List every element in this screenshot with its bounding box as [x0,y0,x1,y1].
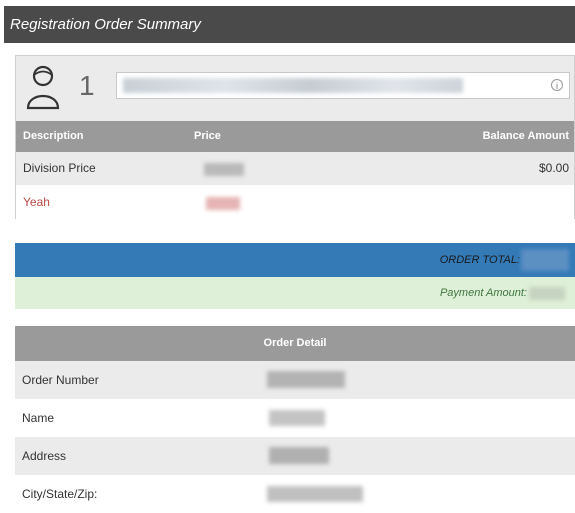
table-row: Division Price $0.00 [16,152,574,185]
column-header-balance-amount: Balance Amount [482,130,569,142]
row-description: Yeah [23,195,50,209]
info-icon[interactable]: i [551,79,563,91]
row-balance: $0.00 [538,161,569,175]
page-title: Registration Order Summary [10,16,201,33]
redacted-order-number [267,371,345,388]
table-row: Address [15,437,575,475]
redacted-registrant-name [123,78,463,93]
order-number-label: Order Number [22,373,99,387]
order-total-bar: ORDER TOTAL: [15,243,575,277]
registrant-name-field[interactable]: i [116,72,570,99]
city-state-zip-label: City/State/Zip: [22,487,98,501]
registrant-row: 1 i [16,56,574,121]
page-header: Registration Order Summary [4,6,575,43]
table-row: Yeah [16,186,574,219]
person-icon [26,65,60,110]
order-total-label: ORDER TOTAL: [439,254,520,266]
payment-amount-label: Payment Amount: [439,287,527,299]
column-header-description: Description [23,130,84,142]
summary-table-header: Description Price Balance Amount [16,121,574,152]
order-detail-header: Order Detail [15,326,575,361]
row-description: Division Price [23,161,96,175]
redacted-price [204,163,244,176]
redacted-order-total [521,249,569,271]
table-row: Name [15,399,575,437]
name-label: Name [22,411,55,425]
column-header-price: Price [194,130,221,142]
redacted-city-state-zip [267,486,363,502]
order-detail-table: Order Detail Order Number Name Address C… [15,326,575,512]
registration-summary-panel: 1 i Description Price Balance Amount Div… [15,55,575,219]
registrant-count: 1 [79,70,95,101]
table-row: Order Number [15,361,575,399]
redacted-name [269,410,325,426]
address-label: Address [22,449,67,463]
payment-amount-bar: Payment Amount: [15,277,575,309]
redacted-price [206,197,240,210]
table-row: City/State/Zip: [15,475,575,512]
redacted-address [269,447,329,464]
redacted-payment-amount [529,287,565,300]
